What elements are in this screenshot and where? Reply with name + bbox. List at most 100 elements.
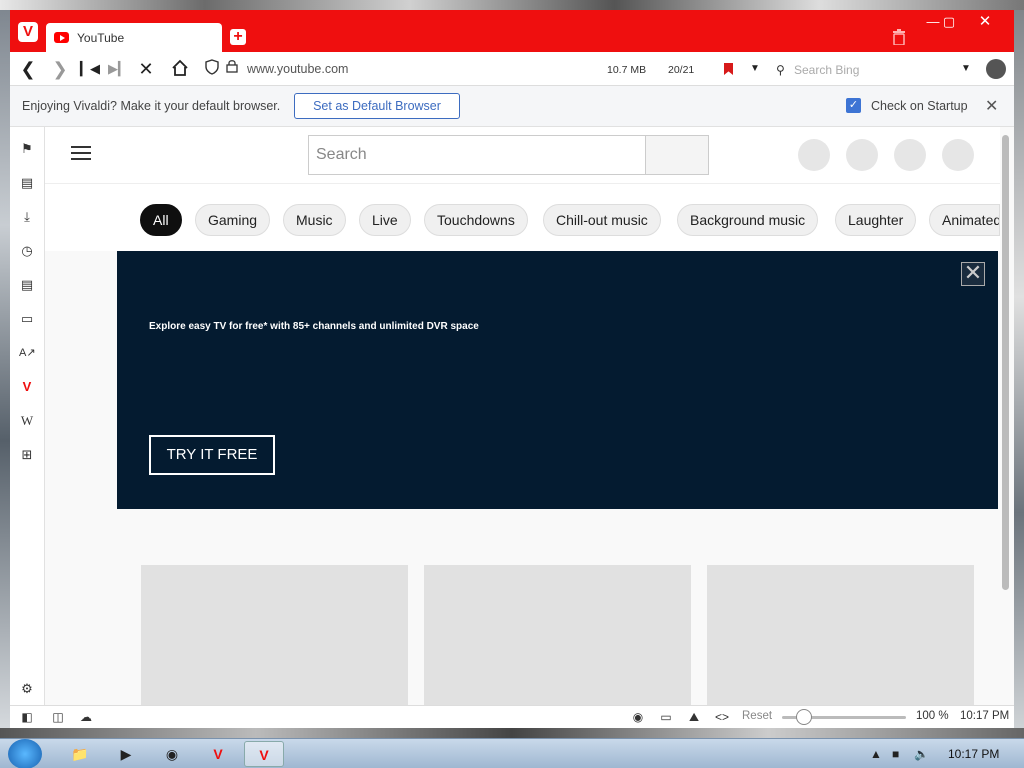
start-button[interactable] <box>8 739 42 768</box>
bookmark-icon[interactable] <box>724 63 733 75</box>
search-engine-dropdown-icon[interactable]: ▼ <box>956 59 976 79</box>
tab-youtube[interactable]: YouTube <box>46 23 222 52</box>
header-placeholder-icon[interactable] <box>942 139 974 171</box>
image-toggle-icon[interactable]: ⛰ <box>686 710 702 724</box>
media-player-icon[interactable]: ▶ <box>106 741 146 767</box>
status-clock: 10:17 PM <box>960 710 1010 722</box>
page-content: Search All Gaming Music Live Touchdowns … <box>45 127 1014 705</box>
tab-tiling-icon[interactable]: ◫ <box>50 710 66 724</box>
chip-background-music[interactable]: Background music <box>677 204 819 236</box>
volume-icon[interactable]: 🔈 <box>914 747 929 761</box>
check-on-startup-checkbox[interactable]: ✓ <box>846 98 861 113</box>
network-icon[interactable]: ■ <box>892 747 899 761</box>
vivaldi-taskbar-icon-active[interactable]: V <box>244 741 284 767</box>
zoom-level: 100 % <box>916 710 949 722</box>
file-explorer-icon[interactable]: 📁 <box>60 741 100 767</box>
scrollbar[interactable] <box>1002 135 1009 590</box>
chip-bar: All Gaming Music Live Touchdowns Chill-o… <box>45 183 1000 251</box>
desktop-background <box>1014 10 1024 728</box>
chip-live[interactable]: Live <box>359 204 411 236</box>
downloads-icon[interactable]: ⤓ <box>19 209 35 225</box>
chrome-icon[interactable]: ◉ <box>152 741 192 767</box>
youtube-search-button[interactable] <box>645 135 709 175</box>
vivaldi-menu-icon[interactable]: V <box>18 22 38 42</box>
page-tiling-icon[interactable]: ▭ <box>658 710 674 724</box>
header-placeholder-icon[interactable] <box>894 139 926 171</box>
settings-gear-icon[interactable]: ⚙ <box>19 681 35 697</box>
back-button[interactable]: ❮ <box>18 59 38 79</box>
notes-icon[interactable]: ▤ <box>19 277 35 293</box>
video-thumbnail-placeholder[interactable] <box>424 565 691 705</box>
search-icon: ⚲ <box>776 63 785 77</box>
home-button[interactable] <box>170 59 190 79</box>
header-placeholder-icon[interactable] <box>798 139 830 171</box>
notice-text: Enjoying Vivaldi? Make it your default b… <box>22 99 281 113</box>
fast-forward-button[interactable]: ▶▎ <box>108 59 128 79</box>
tab-bar: V YouTube + — ▢ ✕ <box>10 10 1014 52</box>
chip-touchdowns[interactable]: Touchdowns <box>424 204 528 236</box>
rewind-button[interactable]: ▎◀ <box>80 59 100 79</box>
video-thumbnail-placeholder[interactable] <box>707 565 974 705</box>
header-placeholder-icon[interactable] <box>846 139 878 171</box>
side-panel: ⚑ ▤ ⤓ ◷ ▤ ▭ A↗ V W ⊞ ⚙ <box>10 127 45 705</box>
youtube-search-input[interactable]: Search <box>308 135 646 175</box>
lock-icon[interactable] <box>222 59 242 79</box>
browser-window: V YouTube + — ▢ ✕ ❮ ❯ ▎◀ ▶▎ ✕ www.youtub… <box>10 10 1014 728</box>
chip-music[interactable]: Music <box>283 204 346 236</box>
hamburger-menu-icon[interactable] <box>71 146 91 160</box>
tab-count: 20/21 <box>668 64 695 76</box>
maximize-button[interactable]: ▢ <box>936 12 962 32</box>
address-bar-row: ❮ ❯ ▎◀ ▶▎ ✕ www.youtube.com 10.7 MB 20/2… <box>10 52 1014 86</box>
chip-animated[interactable]: Animated <box>929 204 1000 236</box>
window-panel-icon[interactable]: ▭ <box>19 311 35 327</box>
stop-loading-button[interactable]: ✕ <box>136 59 156 79</box>
default-browser-notice: Enjoying Vivaldi? Make it your default b… <box>10 86 1014 127</box>
search-engine-input[interactable]: ⚲ Search Bing <box>774 60 974 80</box>
page-actions-icon[interactable]: <> <box>714 710 730 724</box>
desktop-background <box>0 0 1024 10</box>
history-icon[interactable]: ◷ <box>19 243 35 259</box>
youtube-favicon-icon <box>54 32 69 43</box>
desktop-background <box>0 728 1024 738</box>
zoom-slider-handle[interactable] <box>796 709 812 725</box>
sync-cloud-icon[interactable]: ☁ <box>78 710 94 724</box>
trash-icon[interactable] <box>892 29 906 46</box>
chevron-down-icon[interactable]: ▼ <box>745 59 765 79</box>
promo-banner: ✕ Explore easy TV for free* with 85+ cha… <box>117 251 998 509</box>
chip-gaming[interactable]: Gaming <box>195 204 271 236</box>
chip-chill-out-music[interactable]: Chill-out music <box>543 204 661 236</box>
chip-all[interactable]: All <box>140 204 182 236</box>
url-field[interactable]: www.youtube.com <box>247 62 348 76</box>
tray-expand-icon[interactable]: ▲ <box>870 747 882 761</box>
wikipedia-icon[interactable]: W <box>19 413 35 429</box>
profile-avatar-icon[interactable] <box>986 59 1006 79</box>
close-ad-button[interactable]: ✕ <box>961 262 985 286</box>
video-thumbnail-placeholder[interactable] <box>141 565 408 705</box>
vivaldi-taskbar-icon[interactable]: V <box>198 741 238 767</box>
memory-usage: 10.7 MB <box>607 64 647 76</box>
check-on-startup-label: Check on Startup <box>871 99 968 113</box>
try-it-free-button[interactable]: TRY IT FREE <box>149 435 275 475</box>
zoom-reset-button[interactable]: Reset <box>742 710 772 722</box>
forward-button[interactable]: ❯ <box>50 59 70 79</box>
windows-taskbar: 📁 ▶ ◉ V V ▲ ■ 🔈 10:17 PM <box>0 738 1024 768</box>
bookmarks-panel-icon[interactable]: ⚑ <box>19 141 35 157</box>
add-panel-icon[interactable]: ⊞ <box>19 447 35 463</box>
status-bar: ◧ ◫ ☁ ◉ ▭ ⛰ <> Reset 100 % 10:17 PM <box>10 705 1014 728</box>
new-tab-button[interactable]: + <box>230 29 246 45</box>
translate-icon[interactable]: A↗ <box>19 345 36 361</box>
youtube-header: Search <box>45 127 1000 183</box>
close-window-button[interactable]: ✕ <box>972 12 998 32</box>
tab-title: YouTube <box>77 30 125 45</box>
vivaldi-panel-icon[interactable]: V <box>19 379 35 395</box>
reading-list-icon[interactable]: ▤ <box>19 175 35 191</box>
taskbar-clock[interactable]: 10:17 PM <box>948 747 999 761</box>
screenshot-camera-icon[interactable]: ◉ <box>630 710 646 724</box>
panel-toggle-icon[interactable]: ◧ <box>19 710 35 724</box>
close-notice-button[interactable]: ✕ <box>985 96 998 116</box>
ad-text: Explore easy TV for free* with 85+ chann… <box>149 321 479 332</box>
desktop-background <box>0 10 10 728</box>
chip-laughter[interactable]: Laughter <box>835 204 917 236</box>
shield-icon[interactable] <box>202 59 222 79</box>
set-default-browser-button[interactable]: Set as Default Browser <box>294 93 460 119</box>
